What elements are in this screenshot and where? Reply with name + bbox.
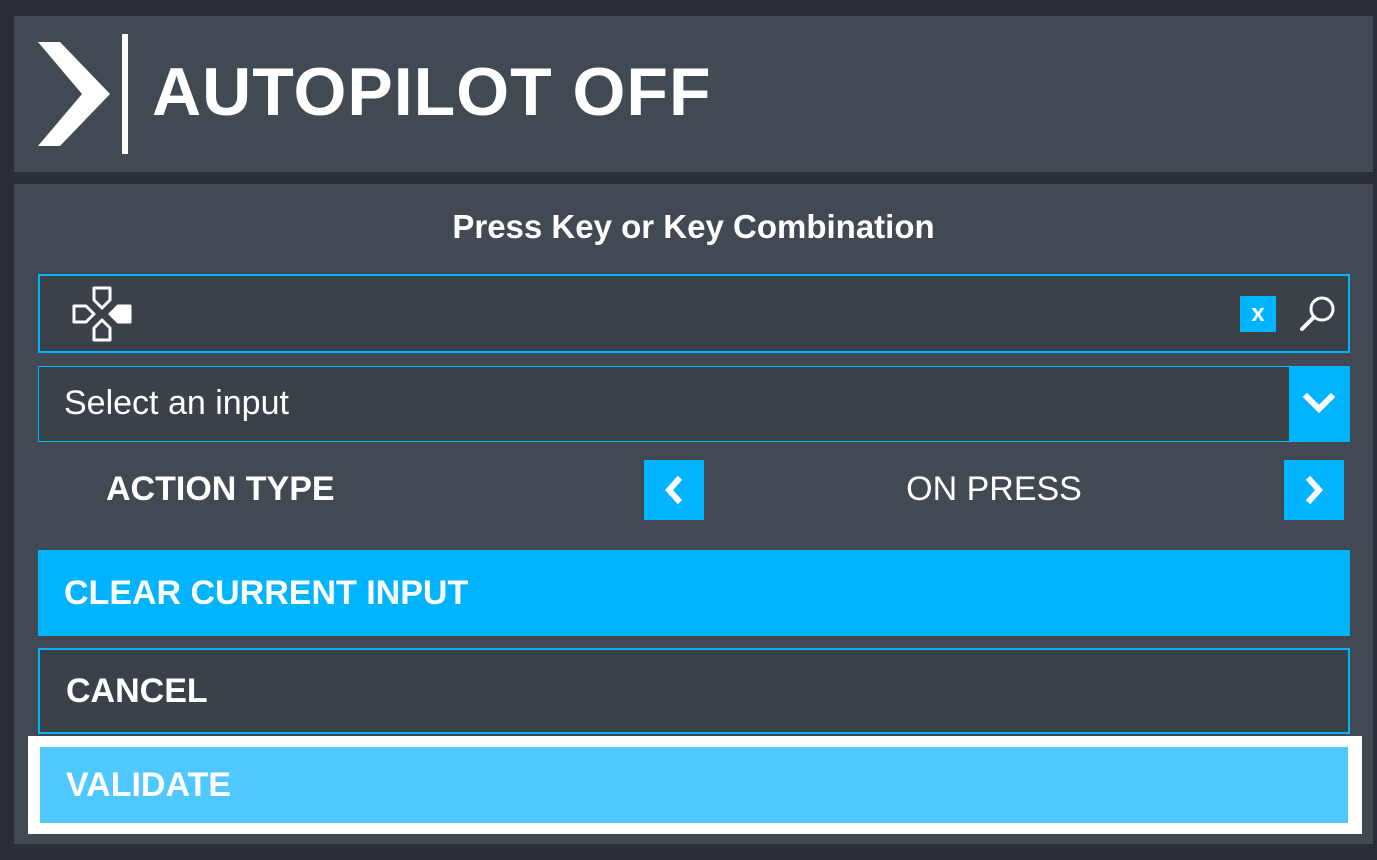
dropdown-toggle[interactable] xyxy=(1289,367,1349,441)
binding-dialog: Press Key or Key Combination x Select an… xyxy=(14,184,1373,844)
select-value: Select an input xyxy=(64,384,289,422)
clear-current-input-button[interactable]: CLEAR CURRENT INPUT xyxy=(38,550,1350,636)
chevron-left-icon xyxy=(664,475,683,505)
input-select-dropdown[interactable]: Select an input xyxy=(38,366,1350,442)
dpad-icon xyxy=(72,286,132,342)
prompt-text: Press Key or Key Combination xyxy=(452,208,935,245)
header: AUTOPILOT OFF xyxy=(14,16,1373,172)
chevron-right-icon xyxy=(1305,475,1324,505)
search-icon[interactable] xyxy=(1298,294,1338,334)
validate-button[interactable]: VALIDATE xyxy=(40,747,1348,823)
cancel-button[interactable]: CANCEL xyxy=(38,648,1350,734)
logo-icon xyxy=(38,34,128,154)
chevron-down-icon xyxy=(1302,392,1336,414)
action-type-label: ACTION TYPE xyxy=(106,470,335,508)
action-type-value: ON PRESS xyxy=(906,470,1082,508)
validate-focus-ring: VALIDATE xyxy=(28,736,1362,834)
action-type-next-button[interactable] xyxy=(1284,460,1344,520)
input-search-field[interactable]: x xyxy=(38,274,1350,353)
action-type-prev-button[interactable] xyxy=(644,460,704,520)
page-title: AUTOPILOT OFF xyxy=(152,54,712,130)
clear-search-button[interactable]: x xyxy=(1240,296,1276,332)
